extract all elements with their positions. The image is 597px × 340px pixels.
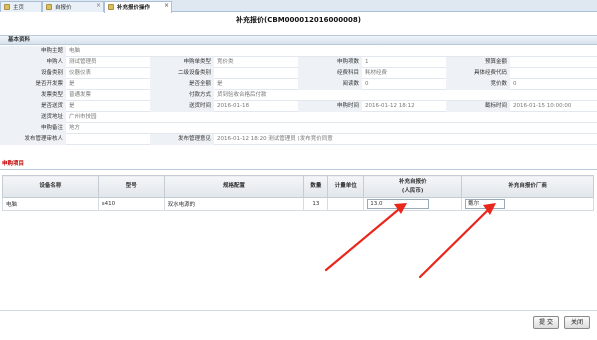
arrow-to-vendor-input [418,203,496,279]
annotation-arrows [324,203,496,279]
arrow-to-price-input [324,203,407,272]
